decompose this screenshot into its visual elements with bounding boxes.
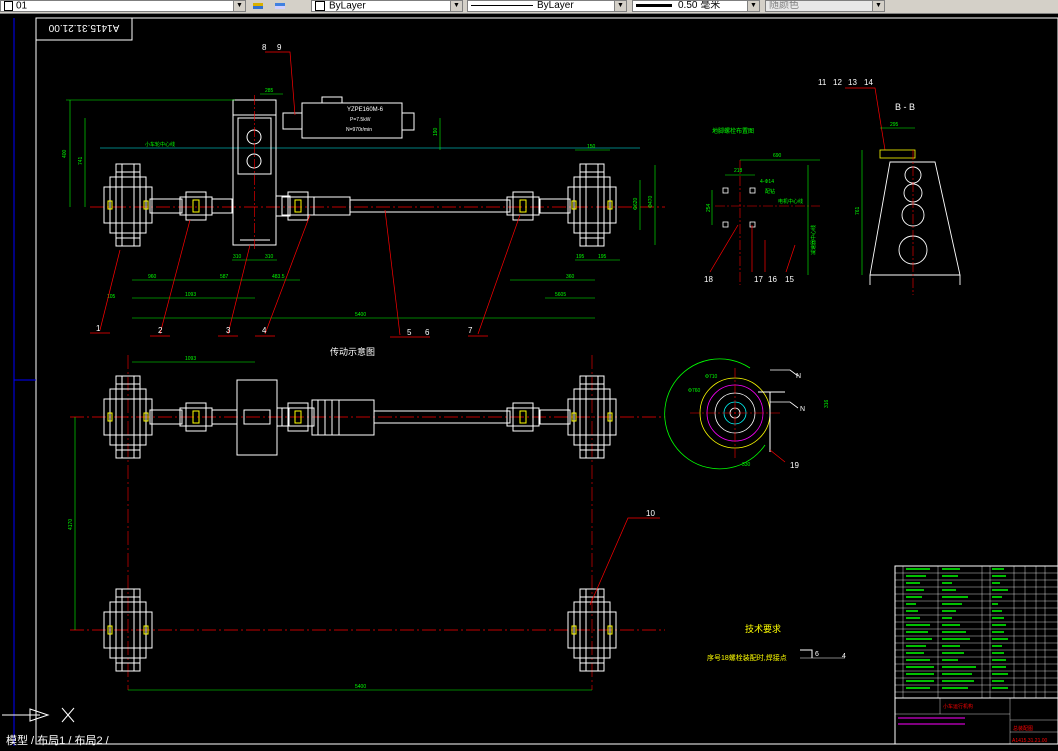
chevron-down-icon: ▼ (450, 1, 462, 11)
svg-text:电机中心线: 电机中心线 (778, 198, 803, 205)
plotstyle-dropdown[interactable]: 随颜色 ▼ (765, 0, 885, 12)
svg-text:6: 6 (815, 651, 819, 658)
svg-text:4170: 4170 (68, 519, 74, 530)
tech-req-title: 技术要求 (745, 623, 781, 634)
svg-text:254: 254 (706, 203, 712, 212)
chevron-down-icon: ▼ (872, 1, 884, 11)
drawing-canvas[interactable]: A1415.31.21.00 小车轮中心线 YZPE160M-6 P=7.5kW… (0, 14, 1058, 746)
svg-text:4-Φ14: 4-Φ14 (760, 179, 774, 185)
color-dropdown[interactable]: ByLayer ▼ (311, 0, 463, 12)
layer-bulb-icon (4, 1, 13, 11)
lineweight-preview-icon (636, 3, 672, 7)
callout-15: 15 (785, 275, 794, 284)
svg-text:Φ760: Φ760 (688, 388, 701, 394)
svg-text:360: 360 (566, 274, 575, 280)
svg-text:减速器中心线: 减速器中心线 (810, 225, 817, 255)
wheel-right-top (567, 163, 617, 247)
svg-text:960: 960 (148, 274, 157, 280)
svg-text:190: 190 (433, 127, 439, 136)
svg-text:400: 400 (62, 149, 68, 158)
chevron-down-icon: ▼ (747, 1, 759, 11)
callout-16: 16 (768, 275, 777, 284)
callout-12: 12 (833, 78, 842, 87)
lineweight-dropdown[interactable]: 0.50 毫米 ▼ (632, 0, 760, 12)
callout-4: 4 (262, 326, 267, 335)
motor-speed-text: N=970r/min (346, 127, 372, 133)
motor-power-text: P=7.5kW (350, 117, 371, 123)
motor-model-text: YZPE160M-6 (347, 107, 384, 113)
callout-19: 19 (790, 461, 799, 470)
svg-text:5400: 5400 (355, 684, 366, 690)
svg-text:218: 218 (734, 168, 743, 174)
title-block-part: 总装配图 (1013, 725, 1033, 732)
color-swatch-icon (315, 1, 325, 11)
drawing-frame (35, 17, 1058, 745)
svg-text:310: 310 (265, 254, 274, 260)
svg-text:330: 330 (742, 462, 751, 468)
layer-dropdown[interactable]: 01 ▼ (0, 0, 246, 12)
svg-text:690: 690 (773, 153, 782, 159)
callout-3: 3 (226, 326, 231, 335)
layout-tabs[interactable]: 模型 / 布局1 / 布局2 / (0, 736, 109, 747)
wheel-center-label: 小车轮中心线 (145, 141, 175, 148)
title-bb: B - B (895, 102, 915, 112)
linetype-dropdown[interactable]: ByLayer ▼ (467, 0, 627, 12)
svg-text:4: 4 (842, 653, 846, 660)
chevron-down-icon: ▼ (233, 1, 245, 11)
svg-text:Φ710: Φ710 (705, 374, 718, 380)
callout-10: 10 (646, 509, 655, 518)
cad-drawing: A1415.31.21.00 小车轮中心线 YZPE160M-6 P=7.5kW… (2, 17, 1058, 746)
svg-text:1093: 1093 (185, 356, 196, 362)
layer-previous-icon[interactable] (252, 1, 264, 11)
svg-text:195: 195 (576, 254, 585, 260)
svg-text:5605: 5605 (555, 292, 566, 298)
svg-text:285: 285 (265, 88, 274, 94)
base-plan-title: 地脚螺栓布置图 (712, 127, 754, 135)
callout-9: 9 (277, 43, 282, 52)
layer-states-icon[interactable] (274, 1, 286, 11)
svg-text:310: 310 (233, 254, 242, 260)
svg-text:587: 587 (220, 274, 229, 280)
callout-7: 7 (468, 326, 473, 335)
callout-8: 8 (262, 43, 267, 52)
title-main: 传动示意图 (330, 346, 375, 357)
chevron-down-icon: ▼ (614, 1, 626, 11)
callout-11: 11 (818, 78, 827, 87)
svg-text:150: 150 (587, 144, 596, 150)
callout-14: 14 (864, 78, 873, 87)
callout-17: 17 (754, 275, 763, 284)
svg-text:741: 741 (78, 156, 84, 165)
callout-6: 6 (425, 328, 430, 337)
svg-text:Φ470: Φ470 (648, 195, 654, 208)
svg-text:483.5: 483.5 (272, 274, 285, 280)
svg-text:316: 316 (824, 399, 830, 408)
title-block-drawing-no: A1415.31.21.00 (1012, 738, 1048, 744)
callout-18: 18 (704, 275, 713, 284)
svg-text:N: N (796, 373, 801, 380)
wheel-left-top (103, 163, 153, 247)
drawing-number-text: A1415.31.21.00 (48, 22, 119, 33)
callout-1: 1 (96, 324, 101, 333)
svg-text:5400: 5400 (355, 312, 366, 318)
callout-13: 13 (848, 78, 857, 87)
svg-text:N: N (800, 406, 805, 413)
svg-text:配钻: 配钻 (765, 188, 775, 195)
title-block-name: 小车运行机构 (943, 703, 973, 710)
callout-5: 5 (407, 328, 412, 337)
properties-toolbar: 01 ▼ ByLayer ▼ ByLayer ▼ 0.50 毫米 ▼ 随颜色 ▼ (0, 0, 1058, 14)
svg-text:1093: 1093 (185, 292, 196, 298)
ucs-icon (2, 707, 75, 723)
tech-req-text: 序号18螺栓装配时,焊接点 (707, 653, 787, 662)
linetype-preview-icon (471, 4, 533, 6)
callout-2: 2 (158, 326, 163, 335)
svg-text:195: 195 (598, 254, 607, 260)
svg-text:761: 761 (855, 206, 861, 215)
svg-text:295: 295 (890, 122, 899, 128)
svg-text:Φ620: Φ620 (633, 197, 639, 210)
